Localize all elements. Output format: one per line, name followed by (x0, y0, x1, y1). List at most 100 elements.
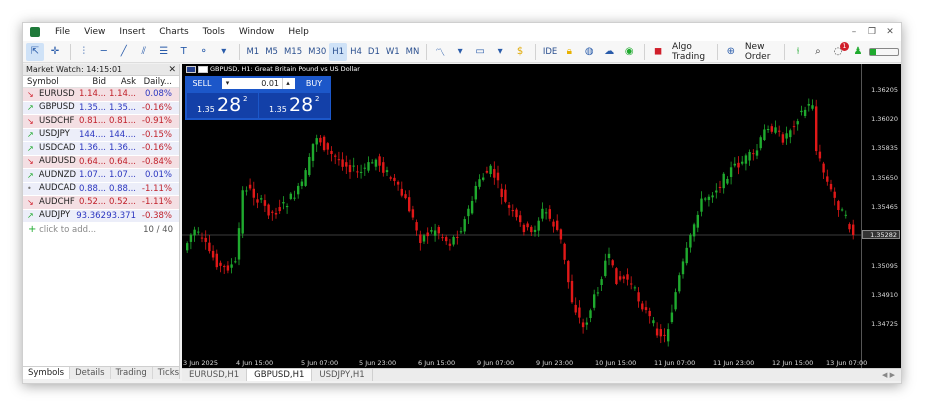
timeframe-m5[interactable]: M5 (262, 43, 281, 61)
price-axis[interactable]: 1.36205 1.36020 1.35835 1.35650 1.35465 … (861, 64, 901, 368)
tab-trading[interactable]: Trading (111, 367, 153, 379)
trendline-icon[interactable]: ╱ (115, 43, 133, 61)
chart-tab-eurusd[interactable]: EURUSD,H1 (182, 369, 248, 381)
cloud-icon[interactable]: ☁ (600, 43, 618, 61)
tab-symbols[interactable]: Symbols (23, 367, 71, 379)
shapes-icon[interactable]: ⚬ (195, 43, 213, 61)
timeframe-m15[interactable]: M15 (281, 43, 305, 61)
add-symbol-row[interactable]: + click to add... 10 / 40 (23, 223, 179, 237)
market-watch-row[interactable]: ↗ GBPUSD 1.35... 1.35... -0.16% (23, 101, 179, 115)
row-symbol: AUDJPY (39, 210, 71, 220)
new-order-icon[interactable]: ⊕ (722, 43, 740, 61)
lot-decrease-icon[interactable]: ▾ (222, 78, 233, 89)
tab-details[interactable]: Details (70, 367, 111, 379)
timeframe-mn[interactable]: MN (403, 43, 423, 61)
vertical-line-icon[interactable]: ⫶ (75, 43, 93, 61)
menu-file[interactable]: File (48, 23, 77, 41)
timeframe-m30[interactable]: M30 (305, 43, 329, 61)
candle-body (578, 307, 581, 318)
timeframe-d1[interactable]: D1 (365, 43, 383, 61)
algo-trading-button[interactable]: Algo Trading (672, 42, 713, 62)
menu-insert[interactable]: Insert (112, 23, 152, 41)
new-order-button[interactable]: New Order (745, 42, 780, 62)
indicators-icon[interactable]: 〽 (431, 43, 449, 61)
dollar-icon[interactable]: $ (511, 43, 529, 61)
crosshair-icon[interactable]: ✛ (46, 43, 64, 61)
signal-icon[interactable]: ◍ (580, 43, 598, 61)
candle-body (482, 177, 485, 180)
sell-price-prefix: 1.35 (197, 105, 215, 114)
algo-trading-icon[interactable]: ◼ (649, 43, 667, 61)
buy-button[interactable]: BUY (299, 77, 329, 90)
market-watch-row[interactable]: ↘ AUDUSD 0.64... 0.64... -0.84% (23, 155, 179, 169)
column-daily-change[interactable]: Daily... (136, 76, 176, 87)
candle-body (755, 150, 759, 156)
vps-icon[interactable]: ◉ (620, 43, 638, 61)
menu-window[interactable]: Window (232, 23, 282, 41)
buy-price-button[interactable]: 1.35 28 2 (259, 93, 330, 118)
price-chart[interactable]: GBPUSD, H1: Great Britain Pound vs US Do… (182, 64, 901, 368)
add-symbol-label: click to add... (39, 225, 97, 235)
lock-icon[interactable]: 🔒︎ (560, 43, 578, 61)
cursor-icon[interactable]: ⇱ (26, 42, 44, 61)
timeframe-w1[interactable]: W1 (383, 43, 403, 61)
market-watch-row[interactable]: ↗ AUDNZD 1.07... 1.07... 0.01% (23, 169, 179, 183)
row-bid: 1.35... (78, 102, 106, 113)
market-watch-row[interactable]: • AUDCAD 0.88... 0.88... -1.11% (23, 182, 179, 196)
column-bid[interactable]: Bid (76, 76, 106, 87)
column-symbol[interactable]: Symbol (23, 76, 76, 87)
lot-increase-icon[interactable]: ▴ (282, 78, 293, 89)
timeframe-h1[interactable]: H1 (329, 42, 348, 61)
row-symbol: AUDUSD (39, 156, 76, 166)
trend-arrow-icon: ↘ (27, 197, 34, 207)
search-icon[interactable]: ⌕ (809, 43, 827, 61)
menu-help[interactable]: Help (281, 23, 316, 41)
chart-tab-usdjpy[interactable]: USDJPY,H1 (312, 369, 373, 381)
minimize-icon[interactable]: – (845, 23, 863, 41)
trend-arrow-icon: ↗ (27, 103, 34, 112)
candle-body (256, 199, 259, 203)
candle-body (826, 176, 829, 182)
market-watch-row[interactable]: ↘ EURUSD 1.14... 1.14... 0.08% (23, 88, 179, 102)
restore-icon[interactable]: ❐ (863, 23, 881, 41)
chevron-down-icon[interactable]: ▾ (451, 43, 469, 61)
row-symbol: USDJPY (39, 129, 70, 139)
market-watch-row[interactable]: ↘ AUDCHF 0.52... 0.52... -1.11% (23, 196, 179, 210)
candle-body (334, 155, 337, 157)
sell-button[interactable]: SELL (187, 77, 217, 90)
channel-icon[interactable]: ⫽ (135, 43, 153, 61)
market-watch-row[interactable]: ↗ USDJPY 144.... 144.... -0.15% (23, 128, 179, 142)
row-ask: 93.371 (106, 210, 136, 221)
market-watch-row[interactable]: ↗ USDCAD 1.36... 1.36... -0.16% (23, 142, 179, 156)
candle-body (237, 228, 241, 260)
templates-icon[interactable]: ▭ (471, 43, 489, 61)
row-ask: 1.36... (108, 143, 136, 153)
market-watch-row[interactable]: ↗ AUDJPY 93.362 93.371 -0.38% (23, 209, 179, 223)
tab-ticks[interactable]: Ticks (153, 367, 186, 379)
notification-icon[interactable]: ◌ 1 (829, 41, 849, 61)
menu-view[interactable]: View (77, 23, 112, 41)
close-icon[interactable]: ✕ (168, 64, 176, 76)
account-icon[interactable]: ♟ (849, 43, 867, 61)
tab-scroll-icon[interactable]: ◀ ▶ (882, 369, 895, 381)
fibonacci-icon[interactable]: ☰ (155, 43, 173, 61)
timeframe-h4[interactable]: H4 (347, 43, 365, 61)
market-watch-row[interactable]: ↘ USDCHF 0.81... 0.81... -0.91% (23, 115, 179, 129)
close-icon[interactable]: ✕ (881, 23, 899, 41)
candle-body (297, 185, 300, 195)
chevron-down-icon[interactable]: ▾ (215, 43, 233, 61)
horizontal-line-icon[interactable]: ─ (95, 43, 113, 61)
depth-of-market-icon[interactable]: ⫮ (789, 43, 807, 61)
text-icon[interactable]: T (175, 43, 193, 61)
chart-tab-gbpusd[interactable]: GBPUSD,H1 (247, 369, 313, 381)
menu-tools[interactable]: Tools (196, 23, 232, 41)
timeframe-m1[interactable]: M1 (243, 43, 262, 61)
ide-button[interactable]: IDE (540, 43, 560, 61)
row-symbol: GBPUSD (39, 102, 75, 112)
market-watch-columns: Symbol Bid Ask Daily... (23, 76, 179, 88)
chevron-down-icon[interactable]: ▾ (491, 43, 509, 61)
sell-price-button[interactable]: 1.35 28 2 (187, 93, 258, 118)
column-ask[interactable]: Ask (106, 76, 136, 87)
trend-arrow-icon: ↘ (27, 89, 34, 99)
menu-charts[interactable]: Charts (152, 23, 195, 41)
